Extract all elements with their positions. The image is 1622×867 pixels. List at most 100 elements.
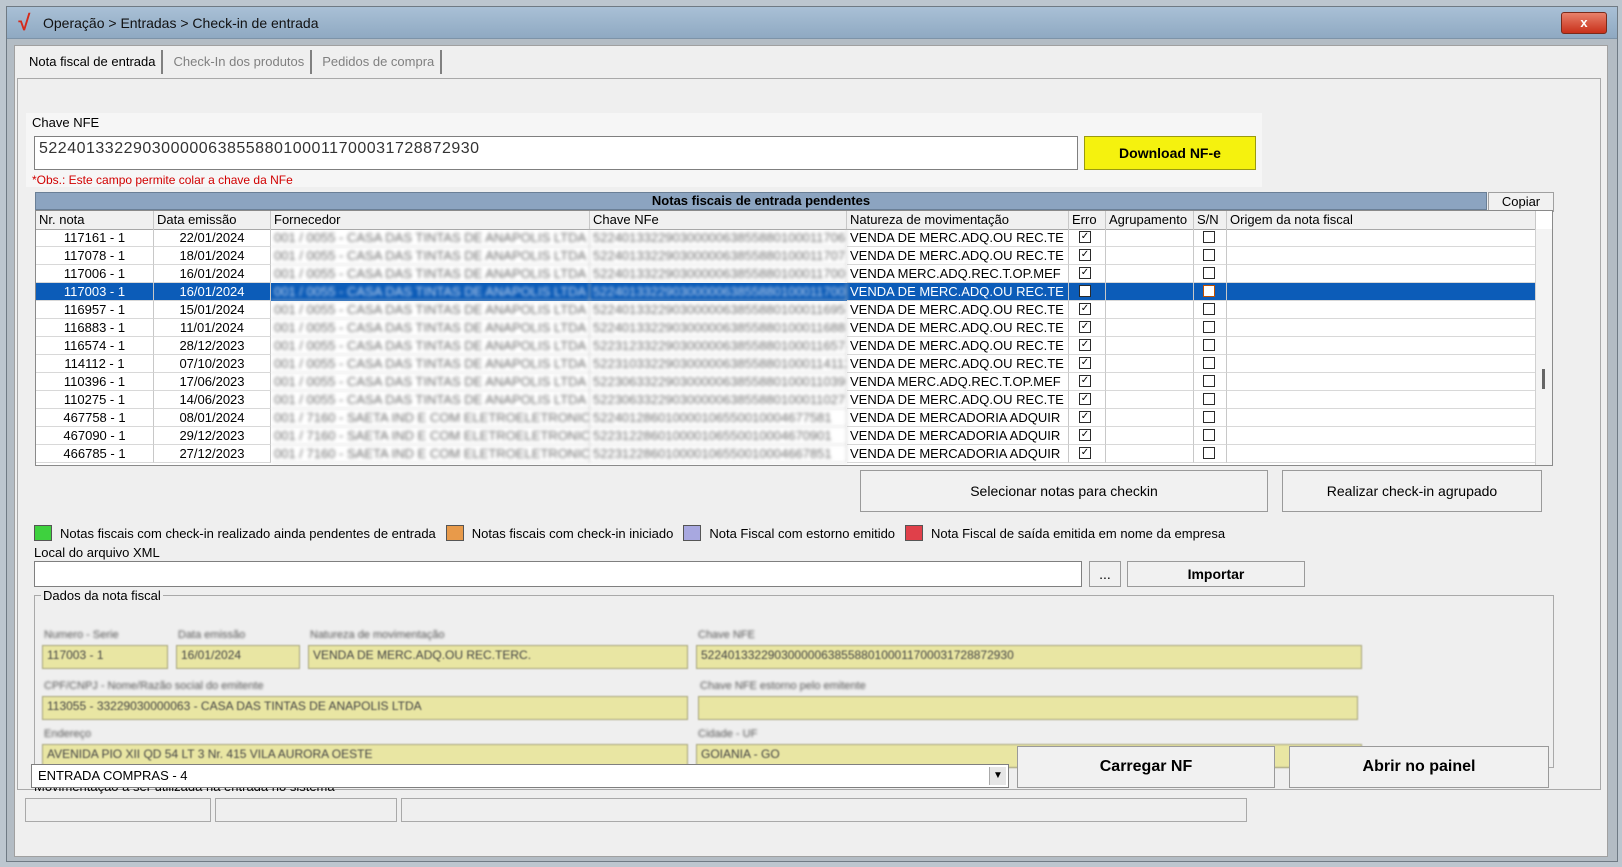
sn-checkbox[interactable]: [1203, 393, 1215, 405]
col-erro[interactable]: Erro: [1069, 211, 1106, 229]
close-button[interactable]: x: [1561, 12, 1607, 34]
copiar-button[interactable]: Copiar: [1488, 192, 1554, 212]
erro-checkbox[interactable]: ✓: [1079, 447, 1091, 459]
selecionar-notas-button[interactable]: Selecionar notas para checkin: [860, 470, 1268, 512]
sn-checkbox[interactable]: [1203, 321, 1215, 333]
col-data-emissao[interactable]: Data emissão: [154, 211, 271, 229]
erro-checkbox[interactable]: ✓: [1079, 393, 1091, 405]
window-title: Operação > Entradas > Check-in de entrad…: [43, 15, 319, 31]
cell-forn: 001 / 0055 - CASA DAS TINTAS DE ANAPOLIS…: [271, 301, 590, 319]
cell-agrupamento: [1106, 283, 1194, 301]
cell-data: 22/01/2024: [154, 229, 271, 247]
abrir-no-painel-button[interactable]: Abrir no painel: [1289, 746, 1549, 788]
erro-checkbox[interactable]: ✓: [1079, 411, 1091, 423]
download-nfe-button[interactable]: Download NF-e: [1084, 136, 1256, 170]
cell-data: 28/12/2023: [154, 337, 271, 355]
erro-checkbox[interactable]: ✓: [1079, 375, 1091, 387]
cell-data: 27/12/2023: [154, 445, 271, 463]
movimentacao-select[interactable]: ENTRADA COMPRAS - 4 ▼: [31, 764, 1009, 788]
table-row[interactable]: 110396 - 1 17/06/2023 001 / 0055 - CASA DA…: [36, 373, 1536, 391]
cell-agrupamento: [1106, 373, 1194, 391]
grid-scrollbar[interactable]: [1535, 229, 1552, 465]
sn-checkbox[interactable]: [1203, 303, 1215, 315]
cell-origem: [1227, 445, 1536, 463]
sn-checkbox[interactable]: [1203, 267, 1215, 279]
sn-checkbox[interactable]: [1203, 249, 1215, 261]
erro-checkbox[interactable]: ✓: [1079, 285, 1091, 297]
cell-erro: ✓: [1069, 283, 1106, 301]
legend-item-checkin-iniciado: Notas fiscais com check-in iniciado: [445, 525, 673, 541]
cell-data: 15/01/2024: [154, 301, 271, 319]
importar-button[interactable]: Importar: [1127, 561, 1305, 587]
chave-nfe-input[interactable]: 5224013322903000006385588010001170003172…: [34, 136, 1078, 170]
chevron-down-icon[interactable]: ▼: [989, 767, 1006, 785]
table-row[interactable]: 467758 - 1 08/01/2024 001 / 7160 - SAETA I…: [36, 409, 1536, 427]
table-row[interactable]: 117161 - 1 22/01/2024 001 / 0055 - CASA DA…: [36, 229, 1536, 247]
erro-checkbox[interactable]: ✓: [1079, 303, 1091, 315]
erro-checkbox[interactable]: ✓: [1079, 321, 1091, 333]
cell-agrupamento: [1106, 301, 1194, 319]
sn-checkbox[interactable]: [1203, 429, 1215, 441]
tab-pedidos-de-compra[interactable]: Pedidos de compra: [316, 50, 443, 74]
sn-checkbox[interactable]: [1203, 231, 1215, 243]
cell-chave: 522401332290300000638558801000116883: [590, 319, 847, 337]
cell-sn: [1194, 445, 1227, 463]
checkin-agrupado-button[interactable]: Realizar check-in agrupado: [1282, 470, 1542, 512]
sn-checkbox[interactable]: [1203, 447, 1215, 459]
cell-agrupamento: [1106, 247, 1194, 265]
col-sn[interactable]: S/N: [1194, 211, 1227, 229]
sn-checkbox[interactable]: [1203, 375, 1215, 387]
sn-checkbox[interactable]: [1203, 285, 1215, 297]
col-chave-nfe[interactable]: Chave NFe: [590, 211, 847, 229]
cell-chave: 522401332290300000638558801000116957: [590, 301, 847, 319]
carregar-nf-button[interactable]: Carregar NF: [1017, 746, 1275, 788]
tab-nota-fiscal-de-entrada[interactable]: Nota fiscal de entrada: [23, 50, 164, 74]
scrollbar-thumb[interactable]: [1542, 369, 1545, 389]
grid-title: Notas fiscais de entrada pendentes: [35, 192, 1487, 210]
sn-checkbox[interactable]: [1203, 411, 1215, 423]
col-origem[interactable]: Origem da nota fiscal: [1227, 211, 1536, 229]
table-row[interactable]: 117078 - 1 18/01/2024 001 / 0055 - CASA DA…: [36, 247, 1536, 265]
col-nr-nota[interactable]: Nr. nota: [36, 211, 154, 229]
table-row[interactable]: 117006 - 1 16/01/2024 001 / 0055 - CASA DA…: [36, 265, 1536, 283]
cell-nat: VENDA DE MERC.ADQ.OU REC.TE: [847, 283, 1069, 301]
col-agrupamento[interactable]: Agrupamento: [1106, 211, 1194, 229]
table-row[interactable]: 116574 - 1 28/12/2023 001 / 0055 - CASA DA…: [36, 337, 1536, 355]
erro-checkbox[interactable]: ✓: [1079, 249, 1091, 261]
cell-data: 16/01/2024: [154, 265, 271, 283]
browse-xml-button[interactable]: ...: [1089, 561, 1121, 587]
erro-checkbox[interactable]: ✓: [1079, 357, 1091, 369]
table-row[interactable]: 114112 - 1 07/10/2023 001 / 0055 - CASA DA…: [36, 355, 1536, 373]
cell-sn: [1194, 391, 1227, 409]
cell-forn: 001 / 0055 - CASA DAS TINTAS DE ANAPOLIS…: [271, 337, 590, 355]
table-row[interactable]: 117003 - 1 16/01/2024 001 / 0055 - CASA DA…: [36, 283, 1536, 301]
col-natureza[interactable]: Natureza de movimentação: [847, 211, 1069, 229]
erro-checkbox[interactable]: ✓: [1079, 267, 1091, 279]
sn-checkbox[interactable]: [1203, 357, 1215, 369]
cell-sn: [1194, 229, 1227, 247]
chave-nfe-label-2: Chave NFE: [698, 629, 755, 641]
legend-swatch-purple: [683, 525, 702, 541]
sn-checkbox[interactable]: [1203, 339, 1215, 351]
cell-agrupamento: [1106, 337, 1194, 355]
cell-nat: VENDA DE MERC.ADQ.OU REC.TE: [847, 355, 1069, 373]
cell-nat: VENDA DE MERCADORIA ADQUIR: [847, 427, 1069, 445]
xml-path-input[interactable]: [34, 561, 1082, 587]
table-row[interactable]: 116883 - 1 11/01/2024 001 / 0055 - CASA DA…: [36, 319, 1536, 337]
cell-sn: [1194, 283, 1227, 301]
tab-check-in-dos-produtos[interactable]: Check-In dos produtos: [167, 50, 313, 74]
erro-checkbox[interactable]: ✓: [1079, 231, 1091, 243]
table-row[interactable]: 116957 - 1 15/01/2024 001 / 0055 - CASA DA…: [36, 301, 1536, 319]
legend-label: Notas fiscais com check-in realizado ain…: [60, 525, 436, 541]
cell-erro: ✓: [1069, 391, 1106, 409]
close-icon: x: [1580, 15, 1588, 30]
app-logo-icon: √: [17, 10, 30, 35]
cell-nr: 116574 - 1: [36, 337, 154, 355]
table-row[interactable]: 467090 - 1 29/12/2023 001 / 7160 - SAETA I…: [36, 427, 1536, 445]
erro-checkbox[interactable]: ✓: [1079, 429, 1091, 441]
erro-checkbox[interactable]: ✓: [1079, 339, 1091, 351]
cell-data: 14/06/2023: [154, 391, 271, 409]
table-row[interactable]: 466785 - 1 27/12/2023 001 / 7160 - SAETA I…: [36, 445, 1536, 463]
table-row[interactable]: 110275 - 1 14/06/2023 001 / 0055 - CASA DA…: [36, 391, 1536, 409]
col-fornecedor[interactable]: Fornecedor: [271, 211, 590, 229]
